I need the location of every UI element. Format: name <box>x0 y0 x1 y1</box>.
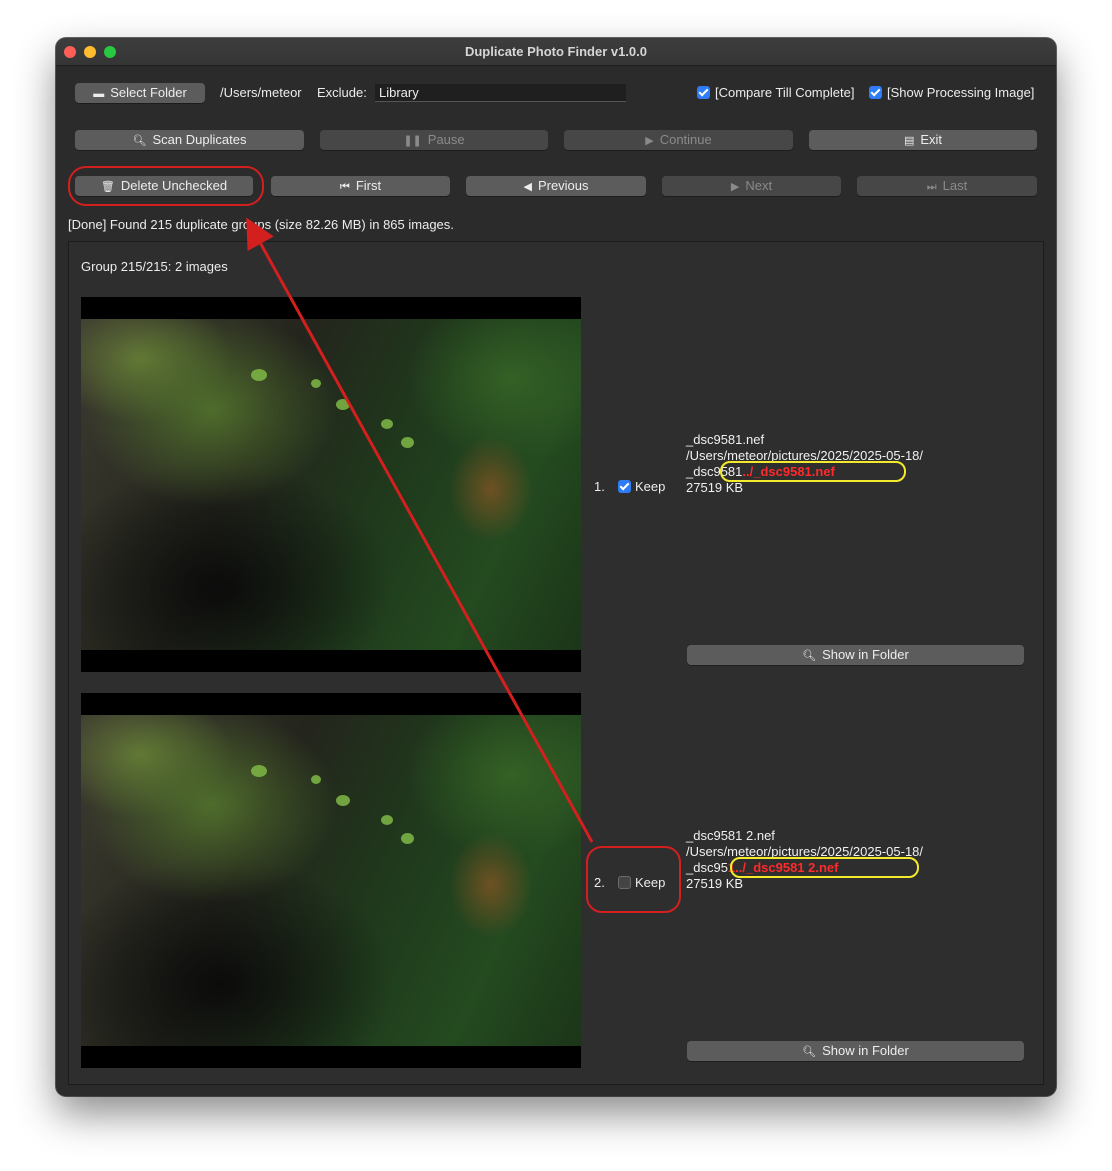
arrow-line <box>246 217 594 843</box>
annotation-arrow <box>246 217 594 843</box>
